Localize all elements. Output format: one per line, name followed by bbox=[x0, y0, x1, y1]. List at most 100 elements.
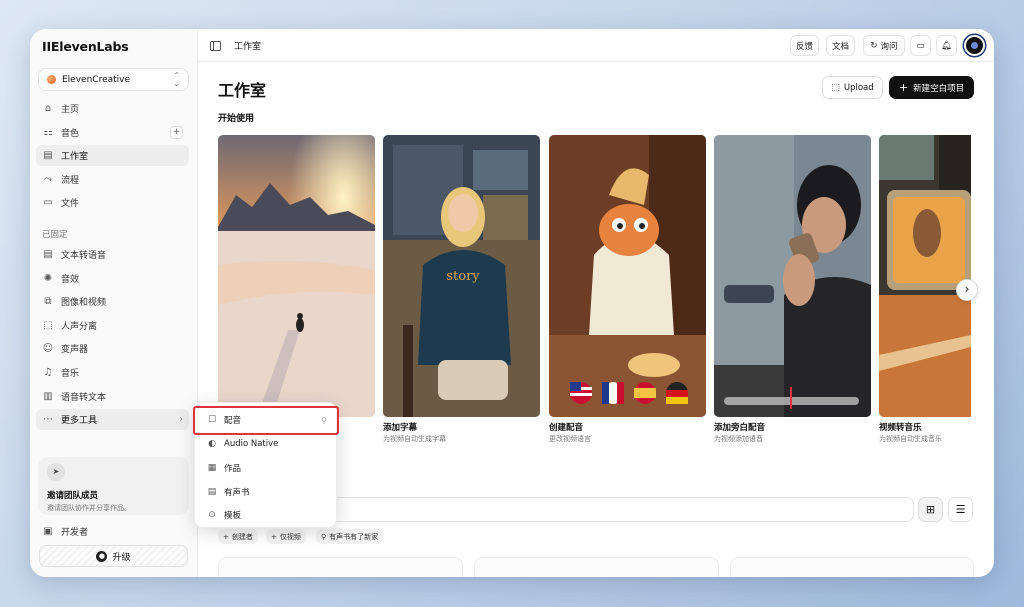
ask-button[interactable]: ↻ 询问 bbox=[863, 35, 905, 56]
card-create-dub[interactable] bbox=[549, 135, 706, 417]
sidebar-item-files[interactable]: ▭ 文件 bbox=[36, 192, 189, 213]
sidebar-item-label: 主页 bbox=[61, 105, 80, 115]
bell-icon: 🔔︎ bbox=[941, 40, 952, 51]
filter-label: 有声书有了新家 bbox=[329, 532, 379, 541]
folder-button[interactable]: ▭ bbox=[910, 35, 931, 56]
sidebar-item-voice-changer[interactable]: ☺ 变声器 bbox=[36, 338, 189, 359]
character-dub-image bbox=[549, 135, 706, 417]
card-title: 添加旁白配音 bbox=[714, 423, 766, 433]
upgrade-icon: ● bbox=[96, 550, 108, 562]
speech-to-text-icon: ▥ bbox=[43, 391, 53, 402]
upgrade-label: 升级 bbox=[112, 552, 131, 563]
card-title: 添加字幕 bbox=[383, 423, 418, 433]
filter-video-only[interactable]: + 仅视频 bbox=[266, 529, 306, 544]
folder-icon: ▭ bbox=[916, 40, 925, 51]
ask-label: 询问 bbox=[880, 41, 898, 52]
menu-item-audiobooks[interactable]: ▤ 有声书 bbox=[201, 482, 332, 502]
toggle-sidebar-icon[interactable] bbox=[210, 40, 221, 51]
card-image-snow[interactable] bbox=[218, 135, 375, 417]
grid-view-button[interactable]: ⊞ bbox=[918, 497, 943, 522]
project-card-placeholder bbox=[730, 557, 974, 577]
sunset-snow-image bbox=[218, 135, 375, 417]
sidebar-item-stt[interactable]: ▥ 语音转文本 bbox=[36, 386, 189, 407]
sidebar-item-more-tools[interactable]: ⋯ 更多工具 › bbox=[36, 409, 189, 430]
sidebar-item-label: 人声分离 bbox=[61, 322, 98, 332]
plus-icon: + bbox=[223, 532, 229, 541]
menu-item-audio-native[interactable]: ◐ Audio Native bbox=[201, 434, 332, 454]
avatar[interactable] bbox=[964, 35, 985, 56]
card-description: 更改视频语言 bbox=[549, 435, 591, 443]
new-project-button[interactable]: + 新建空白项目 bbox=[889, 76, 974, 99]
template-icon: ⊙ bbox=[208, 510, 216, 520]
sidebar-item-voices[interactable]: ⚏ 音色 + bbox=[36, 122, 189, 143]
menu-item-label: 有声书 bbox=[224, 488, 250, 498]
sidebar-item-label: 音乐 bbox=[61, 369, 80, 379]
pinned-section-header: 已固定 bbox=[42, 230, 68, 240]
sidebar-item-music[interactable]: ♫ 音乐 bbox=[36, 362, 189, 383]
sidebar-item-image-video[interactable]: ⧉ 图像和视频 bbox=[36, 291, 189, 312]
send-icon: ➤ bbox=[47, 463, 65, 481]
card-description: 为视频添加语音 bbox=[714, 435, 763, 443]
music-icon: ♫ bbox=[43, 367, 53, 378]
upload-button[interactable]: ⬚ Upload bbox=[822, 76, 883, 99]
project-card-placeholder bbox=[474, 557, 719, 577]
card-add-voiceover[interactable] bbox=[714, 135, 871, 417]
top-bar: 工作室 反馈 文档 ↻ 询问 ▭ 🔔︎ bbox=[198, 29, 994, 62]
filter-audiobooks-news[interactable]: ⚲ 有声书有了新家 bbox=[316, 529, 384, 544]
feedback-button[interactable]: 反馈 bbox=[790, 35, 819, 56]
logo: IIElevenLabs bbox=[42, 39, 129, 54]
upgrade-button[interactable]: ● 升级 bbox=[39, 545, 188, 567]
breadcrumb-current: 工作室 bbox=[234, 42, 262, 52]
sound-effects-icon: ✺ bbox=[43, 273, 53, 284]
invite-card[interactable]: ➤ 邀请团队成员 邀请团队协作并分享作品。 bbox=[38, 457, 189, 515]
project-card-placeholder bbox=[218, 557, 463, 577]
works-icon: ▦ bbox=[207, 463, 217, 473]
workspace-avatar-icon bbox=[47, 75, 56, 84]
sidebar-item-flows[interactable]: ⤳ 流程 bbox=[36, 169, 189, 190]
menu-item-works[interactable]: ▦ 作品 bbox=[201, 458, 332, 478]
sidebar-item-developer[interactable]: ▣ 开发者 bbox=[36, 521, 189, 542]
card-description: 为视频自动生成音乐 bbox=[879, 435, 942, 443]
search-input[interactable] bbox=[330, 497, 914, 522]
voices-icon: ⚏ bbox=[43, 127, 53, 138]
docs-button[interactable]: 文档 bbox=[826, 35, 855, 56]
studio-icon: ▤ bbox=[43, 150, 53, 161]
menu-item-templates[interactable]: ⊙ 模板 bbox=[201, 505, 332, 525]
menu-item-label: Audio Native bbox=[224, 439, 279, 449]
sidebar-item-tts[interactable]: ▤ 文本转语音 bbox=[36, 244, 189, 265]
sidebar-item-label: 文件 bbox=[61, 199, 80, 209]
page-title: 工作室 bbox=[218, 81, 267, 100]
filter-label: 仅视频 bbox=[279, 532, 301, 541]
guitarist-tv-image bbox=[879, 135, 971, 417]
upload-label: Upload bbox=[843, 82, 874, 93]
sidebar-item-studio[interactable]: ▤ 工作室 bbox=[36, 145, 189, 166]
sidebar-item-label: 开发者 bbox=[61, 528, 89, 538]
flow-icon: ⤳ bbox=[44, 174, 52, 185]
add-voice-button[interactable]: + bbox=[170, 126, 183, 139]
sidebar-item-label: 流程 bbox=[61, 176, 80, 186]
carousel-next-button[interactable]: › bbox=[956, 279, 978, 301]
workspace-selector[interactable]: ElevenCreative ⌃ ⌄ bbox=[38, 68, 189, 91]
pin-icon: ⚲ bbox=[321, 532, 327, 541]
list-view-button[interactable]: ☰ bbox=[948, 497, 973, 522]
invite-description: 邀请团队协作并分享作品。 bbox=[47, 504, 131, 512]
text-icon: ▤ bbox=[43, 249, 53, 260]
voice-changer-icon: ☺ bbox=[42, 343, 54, 354]
filter-creator[interactable]: + 创建者 bbox=[218, 529, 258, 544]
audiobook-icon: ▤ bbox=[207, 487, 217, 497]
sidebar-item-label: 语音转文本 bbox=[61, 393, 107, 403]
refresh-icon: ↻ bbox=[870, 40, 878, 51]
filter-label: 创建者 bbox=[231, 532, 253, 541]
sidebar-item-label: 音色 bbox=[61, 129, 80, 139]
image-video-icon: ⧉ bbox=[44, 296, 52, 307]
sidebar-item-home[interactable]: ⌂ 主页 bbox=[36, 98, 189, 119]
card-add-subtitles[interactable]: story bbox=[383, 135, 540, 417]
invite-title: 邀请团队成员 bbox=[47, 491, 99, 501]
folder-icon: ▭ bbox=[43, 197, 53, 208]
sidebar-item-sfx[interactable]: ✺ 音效 bbox=[36, 268, 189, 289]
sidebar-item-voice-isolator[interactable]: ⬚ 人声分离 bbox=[36, 315, 189, 336]
breadcrumb: 工作室 bbox=[210, 39, 261, 52]
notifications-button[interactable]: 🔔︎ bbox=[936, 35, 957, 56]
card-video-to-music[interactable] bbox=[879, 135, 971, 417]
man-coffee-image bbox=[714, 135, 871, 417]
